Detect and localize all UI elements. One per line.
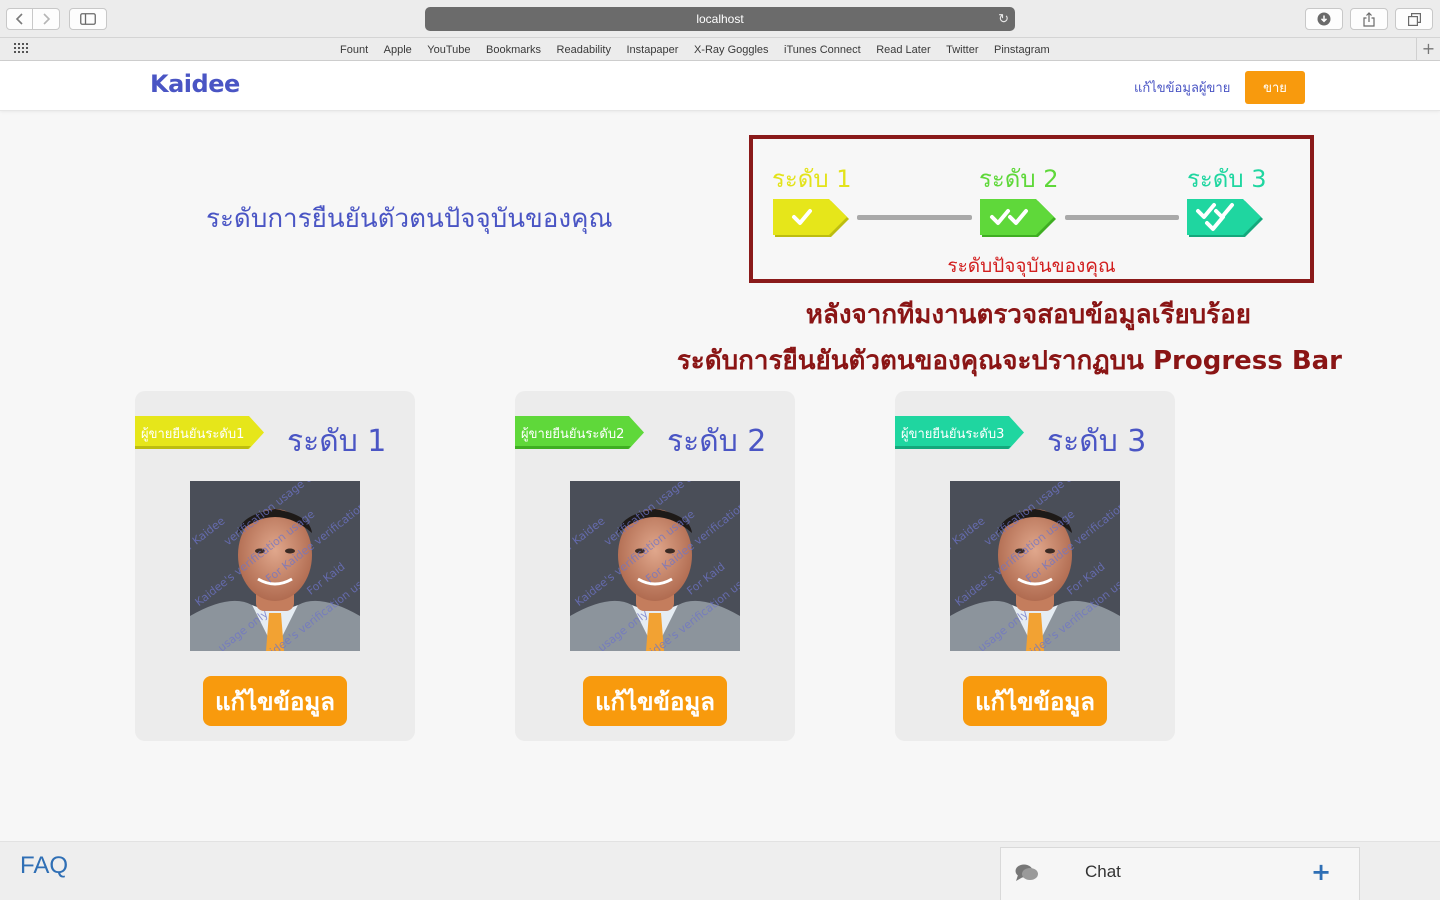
verification-card-level-3: ผู้ขายยืนยันระดับ3 ระดับ 3 For Kaidee ve…: [895, 391, 1175, 741]
back-button[interactable]: [6, 8, 33, 30]
verification-progress-bar: ระดับ 1 ระดับ 2 ระดับ 3 ระดับปัจจุบันของ…: [749, 135, 1314, 283]
share-icon: [1363, 11, 1375, 27]
favorite-link[interactable]: YouTube: [427, 44, 470, 56]
share-button[interactable]: [1350, 8, 1388, 30]
sidebar-button[interactable]: [69, 8, 107, 30]
card-level-label: ระดับ 1: [287, 424, 387, 459]
ribbon-label: ผู้ขายยืนยันระดับ1: [141, 427, 245, 442]
edit-info-button[interactable]: แก้ไขข้อมูล: [963, 676, 1107, 726]
edit-info-button[interactable]: แก้ไขข้อมูล: [203, 676, 347, 726]
forward-button[interactable]: [33, 8, 60, 30]
progress-level-3-flag: [1187, 199, 1263, 237]
back-icon: [15, 13, 23, 25]
favorite-link[interactable]: Readability: [557, 44, 611, 56]
new-tab-plus-icon[interactable]: +: [1416, 38, 1440, 61]
favorite-link[interactable]: Instapaper: [626, 44, 678, 56]
favorite-link[interactable]: iTunes Connect: [784, 44, 861, 56]
favorite-link[interactable]: Apple: [384, 44, 412, 56]
history-nav: [6, 8, 60, 30]
browser-toolbar: localhost ↻: [0, 0, 1440, 38]
notice-line-2: ระดับการยืนยันตัวตนของคุณจะปรากฏบน Progr…: [676, 346, 1342, 376]
favorites-bar: Fount Apple YouTube Bookmarks Readabilit…: [0, 38, 1440, 61]
progress-connector: [1065, 215, 1179, 220]
tabs-icon: [1407, 12, 1421, 26]
progress-connector: [857, 215, 972, 220]
chat-bubble-icon: [1015, 864, 1038, 881]
forward-icon: [43, 13, 51, 25]
sell-button[interactable]: ขาย: [1245, 71, 1305, 104]
address-text: localhost: [696, 12, 744, 26]
progress-level-2-flag: [980, 199, 1056, 237]
identity-photo: For Kaidee verification usage only Kaide…: [950, 481, 1120, 651]
tabs-button[interactable]: [1395, 8, 1433, 30]
download-icon: [1317, 12, 1331, 26]
chat-expand-plus-icon[interactable]: +: [1311, 858, 1331, 886]
chat-widget[interactable]: Chat +: [1000, 847, 1360, 900]
page-title: ระดับการยืนยันตัวตนปัจจุบันของคุณ: [206, 204, 613, 234]
ribbon-label: ผู้ขายยืนยันระดับ2: [521, 427, 625, 442]
card-level-label: ระดับ 2: [667, 424, 767, 459]
favorite-link[interactable]: Read Later: [876, 44, 930, 56]
chat-label: Chat: [1085, 862, 1121, 881]
progress-level-1-label: ระดับ 1: [772, 165, 852, 193]
notice-line-1: หลังจากทีมงานตรวจสอบข้อมูลเรียบร้อย: [805, 300, 1251, 330]
ribbon-label: ผู้ขายยืนยันระดับ3: [901, 427, 1005, 442]
identity-photo: For Kaidee verification usage only Kaide…: [190, 481, 360, 651]
card-level-label: ระดับ 3: [1047, 424, 1147, 459]
favorite-link[interactable]: X-Ray Goggles: [694, 44, 769, 56]
progress-level-2-label: ระดับ 2: [979, 165, 1059, 193]
verification-card-level-2: ผู้ขายยืนยันระดับ2 ระดับ 2 For Kaidee ve…: [515, 391, 795, 741]
address-bar[interactable]: localhost ↻: [425, 7, 1015, 31]
grid-icon[interactable]: [14, 43, 30, 55]
favorites-list: Fount Apple YouTube Bookmarks Readabilit…: [340, 38, 1065, 61]
current-level-caption: ระดับปัจจุบันของคุณ: [947, 255, 1116, 277]
favorite-link[interactable]: Fount: [340, 44, 368, 56]
downloads-button[interactable]: [1305, 8, 1343, 30]
edit-seller-link[interactable]: แก้ไขข้อมูลผู้ขาย: [1134, 77, 1230, 98]
favorite-link[interactable]: Pinstagram: [994, 44, 1050, 56]
progress-level-3-label: ระดับ 3: [1187, 165, 1267, 193]
favorite-link[interactable]: Bookmarks: [486, 44, 541, 56]
edit-info-button[interactable]: แก้ไขข้อมูล: [583, 676, 727, 726]
verification-card-level-1: ผู้ขายยืนยันระดับ1 ระดับ 1 For Kaidee ve…: [135, 391, 415, 741]
identity-photo: For Kaidee verification usage only Kaide…: [570, 481, 740, 651]
progress-level-1-flag: [773, 199, 849, 237]
favorite-link[interactable]: Twitter: [946, 44, 978, 56]
reload-icon[interactable]: ↻: [998, 11, 1009, 27]
kaidee-logo[interactable]: Kaidee: [150, 70, 240, 98]
faq-link[interactable]: FAQ: [20, 852, 68, 880]
site-header: Kaidee แก้ไขข้อมูลผู้ขาย ขาย: [0, 61, 1440, 111]
sidebar-icon: [80, 13, 96, 25]
